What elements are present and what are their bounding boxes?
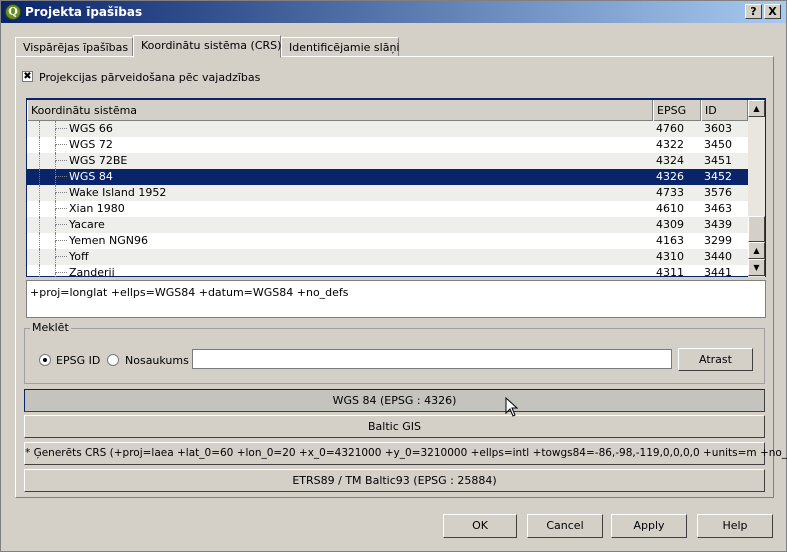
reprojection-checkbox[interactable]: ✖ (22, 71, 33, 82)
search-group: Meklēt EPSG ID Nosaukums Atrast (24, 321, 765, 384)
crs-id: 3603 (704, 122, 732, 135)
crs-id: 3439 (704, 218, 732, 231)
crs-name: Yoff (69, 250, 89, 263)
recent-crs-button[interactable]: WGS 84 (EPSG : 4326) (24, 389, 765, 412)
crs-id: 3441 (704, 266, 732, 277)
column-header-id[interactable]: ID (701, 100, 748, 121)
proj-string-display: +proj=longlat +ellps=WGS84 +datum=WGS84 … (26, 280, 766, 318)
title-bar[interactable]: Q Projekta īpašības ? X (1, 1, 786, 23)
tree-row[interactable]: Yacare 4309 3439 (27, 217, 748, 233)
crs-id: 3451 (704, 154, 732, 167)
crs-name: Xian 1980 (69, 202, 125, 215)
crs-name: WGS 72 (69, 138, 113, 151)
tree-row[interactable]: Yoff 4310 3440 (27, 249, 748, 265)
recent-crs-button[interactable]: ETRS89 / TM Baltic93 (EPSG : 25884) (24, 469, 765, 492)
crs-name: Wake Island 1952 (69, 186, 167, 199)
crs-epsg: 4322 (656, 138, 684, 151)
crs-tab-panel: ✖ Projekcijas pārveidošana pēc vajadzība… (15, 56, 787, 498)
recent-crs-button[interactable]: Baltic GIS (24, 415, 765, 438)
tree-row[interactable]: WGS 72BE 4324 3451 (27, 153, 748, 169)
crs-epsg: 4163 (656, 234, 684, 247)
crs-epsg: 4610 (656, 202, 684, 215)
crs-id: 3463 (704, 202, 732, 215)
help-button[interactable]: Help (697, 514, 773, 538)
crs-epsg: 4733 (656, 186, 684, 199)
crs-epsg: 4324 (656, 154, 684, 167)
crs-id: 3452 (704, 170, 732, 183)
crs-epsg: 4309 (656, 218, 684, 231)
scroll-thumb[interactable] (748, 216, 765, 242)
tree-row[interactable]: Wake Island 1952 4733 3576 (27, 185, 748, 201)
column-header-crs[interactable]: Koordinātu sistēma (27, 100, 653, 121)
tree-row[interactable]: WGS 72 4322 3450 (27, 137, 748, 153)
crs-id: 3440 (704, 250, 732, 263)
tree-header: Koordinātu sistēma EPSG ID (27, 100, 748, 121)
tree-scrollbar[interactable]: ▲ ▲ ▼ (748, 100, 765, 277)
cancel-button[interactable]: Cancel (527, 514, 603, 538)
mouse-pointer-icon (505, 397, 519, 417)
crs-name: Zanderij (69, 266, 115, 277)
close-title-button[interactable]: X (764, 4, 781, 19)
scroll-up-lower-icon[interactable]: ▲ (748, 242, 765, 259)
scroll-up-icon[interactable]: ▲ (748, 100, 765, 117)
radio-epsg-label: EPSG ID (56, 354, 101, 367)
help-title-button[interactable]: ? (745, 4, 762, 19)
tree-row[interactable]: Zanderij 4311 3441 (27, 265, 748, 277)
column-header-epsg[interactable]: EPSG (653, 100, 701, 121)
crs-epsg: 4760 (656, 122, 684, 135)
tab-crs[interactable]: Koordinātu sistēma (CRS) (133, 35, 281, 58)
crs-id: 3450 (704, 138, 732, 151)
crs-epsg: 4326 (656, 170, 684, 183)
reprojection-label: Projekcijas pārveidošana pēc vajadzības (39, 71, 261, 84)
radio-epsg-id[interactable] (39, 354, 51, 366)
radio-name-label: Nosaukums (125, 354, 189, 367)
radio-selected-dot (43, 358, 47, 362)
search-group-title: Meklēt (30, 321, 71, 334)
window-title: Projekta īpašības (25, 5, 143, 19)
crs-id: 3576 (704, 186, 732, 199)
tab-general[interactable]: Vispārējas īpašības (15, 37, 133, 57)
crs-name: WGS 72BE (69, 154, 128, 167)
radio-name[interactable] (107, 354, 119, 366)
recent-crs-button[interactable]: * Ģenerēts CRS (+proj=laea +lat_0=60 +lo… (24, 442, 787, 465)
project-properties-dialog: Q Projekta īpašības ? X Vispārējas īpašī… (0, 0, 787, 552)
crs-name: Yemen NGN96 (69, 234, 148, 247)
ok-button[interactable]: OK (443, 514, 517, 538)
crs-epsg: 4310 (656, 250, 684, 263)
scroll-down-icon[interactable]: ▼ (748, 259, 765, 276)
search-input[interactable] (192, 349, 672, 369)
tab-identifiable-layers[interactable]: Identificējamie slāņi (281, 37, 399, 57)
crs-name: WGS 66 (69, 122, 113, 135)
crs-id: 3299 (704, 234, 732, 247)
tree-row[interactable]: Xian 1980 4610 3463 (27, 201, 748, 217)
crs-epsg: 4311 (656, 266, 684, 277)
crs-tree[interactable]: Koordinātu sistēma EPSG ID WGS 66 4760 3… (26, 98, 766, 277)
qgis-icon: Q (5, 4, 21, 20)
tree-row[interactable]: Yemen NGN96 4163 3299 (27, 233, 748, 249)
tree-row[interactable]: WGS 66 4760 3603 (27, 121, 748, 137)
tree-rows: WGS 66 4760 3603 WGS 72 4322 3450 WGS 72… (27, 121, 748, 277)
apply-button[interactable]: Apply (611, 514, 687, 538)
crs-name: WGS 84 (69, 170, 113, 183)
find-button[interactable]: Atrast (678, 348, 753, 371)
crs-name: Yacare (69, 218, 105, 231)
tree-row-selected[interactable]: WGS 84 4326 3452 (27, 169, 748, 185)
